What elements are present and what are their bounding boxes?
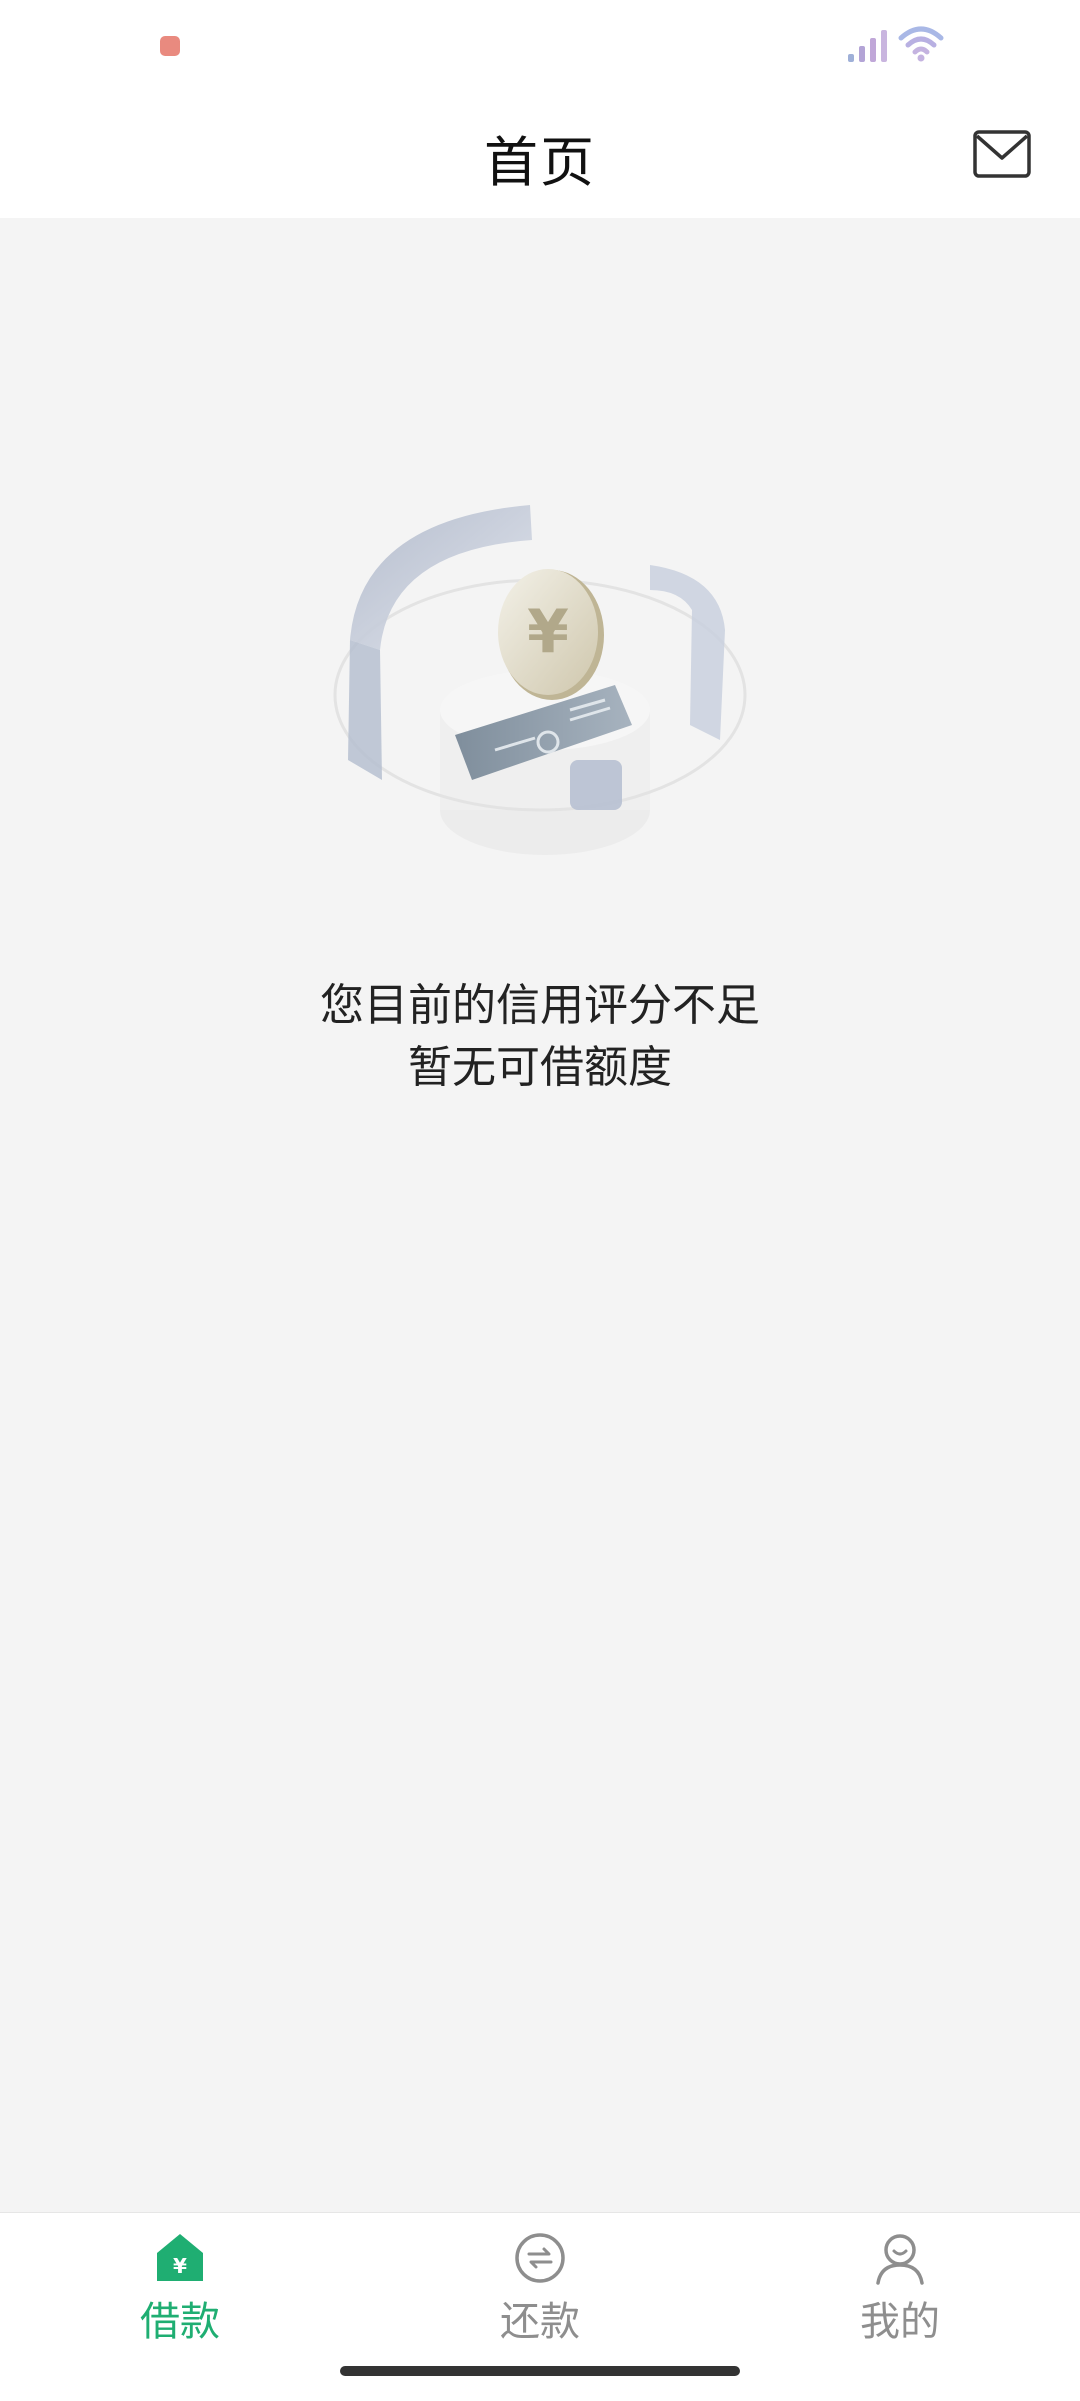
- no-credit-illustration: ¥: [333, 505, 747, 855]
- tab-repay[interactable]: 还款: [440, 2231, 640, 2361]
- empty-state-message: 您目前的信用评分不足 暂无可借额度: [0, 975, 1080, 1099]
- tab-borrow-label: 借款: [140, 2299, 220, 2345]
- home-indicator[interactable]: [340, 2366, 740, 2376]
- tab-borrow[interactable]: ¥ 借款: [80, 2231, 280, 2361]
- tab-mine-label: 我的: [860, 2299, 940, 2345]
- cellular-signal-icon: [848, 30, 887, 62]
- user-profile-icon: [876, 2234, 924, 2285]
- tab-repay-label: 还款: [500, 2299, 580, 2345]
- tab-mine[interactable]: 我的: [800, 2231, 1000, 2361]
- wifi-icon: [898, 26, 944, 62]
- credit-insufficient-text: 您目前的信用评分不足: [320, 980, 760, 1031]
- notification-icon: [160, 36, 180, 56]
- no-borrow-limit-text: 暂无可借额度: [408, 1042, 672, 1093]
- top-header: 首页: [0, 90, 1080, 218]
- status-bar: [0, 0, 1080, 90]
- page-title: 首页: [484, 131, 596, 194]
- svg-text:¥: ¥: [173, 2254, 187, 2278]
- yuan-home-icon: ¥: [157, 2234, 203, 2281]
- svg-text:¥: ¥: [527, 597, 569, 667]
- mail-icon[interactable]: [973, 130, 1031, 178]
- repay-exchange-icon: [515, 2233, 565, 2283]
